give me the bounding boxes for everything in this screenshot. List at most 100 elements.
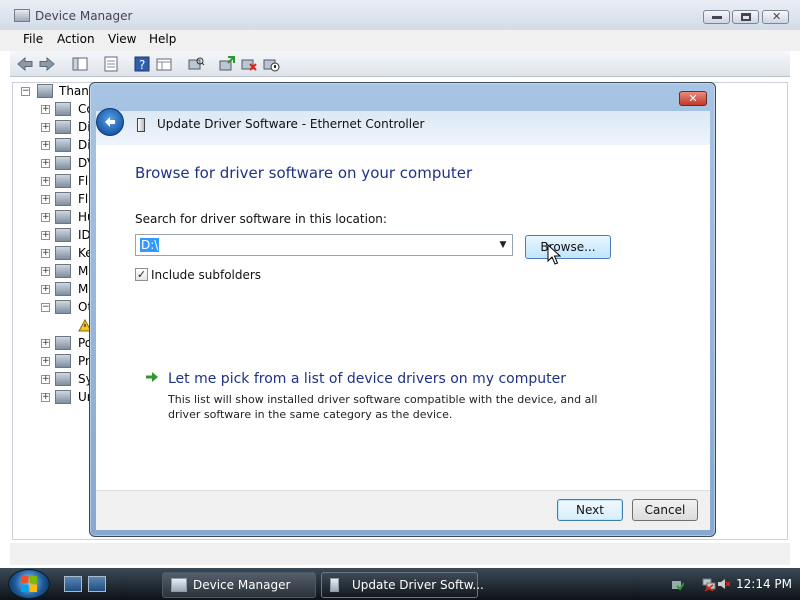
properties-icon xyxy=(104,56,118,72)
console-tree-icon xyxy=(72,57,88,71)
minimize-icon xyxy=(712,16,722,19)
ide-controller-icon xyxy=(55,228,71,242)
maximize-button[interactable] xyxy=(732,10,759,24)
volume-icon[interactable] xyxy=(717,577,731,591)
switch-windows-icon[interactable] xyxy=(88,576,106,592)
uninstall-button[interactable] xyxy=(240,55,258,73)
forward-arrow-icon xyxy=(39,56,55,72)
back-arrow-icon xyxy=(17,56,33,72)
update-driver-dialog: ✕ Update Driver Software - Ethernet Cont… xyxy=(89,82,716,537)
pick-from-list-link[interactable]: Let me pick from a list of device driver… xyxy=(168,371,566,387)
expand-toggle[interactable]: + xyxy=(41,357,50,366)
dialog-close-button[interactable]: ✕ xyxy=(679,91,707,106)
computer-category-icon xyxy=(55,102,71,116)
expand-toggle[interactable]: + xyxy=(41,141,50,150)
browse-button[interactable]: Browse... xyxy=(525,235,611,259)
processor-icon xyxy=(55,354,71,368)
mouse-icon xyxy=(55,264,71,278)
expand-toggle[interactable]: + xyxy=(41,105,50,114)
collapse-toggle[interactable]: − xyxy=(41,303,50,312)
windows-logo-icon xyxy=(21,576,37,592)
expand-toggle[interactable]: + xyxy=(41,375,50,384)
expand-toggle[interactable]: + xyxy=(41,123,50,132)
disable-device-icon xyxy=(263,59,280,72)
floppy-icon xyxy=(55,192,71,206)
update-driver-button[interactable] xyxy=(218,55,236,73)
green-arrow-icon xyxy=(146,372,158,382)
svg-text:?: ? xyxy=(139,58,145,72)
network-icon[interactable] xyxy=(702,577,716,591)
help-icon: ? xyxy=(134,56,150,72)
taskbar-item-device-manager[interactable]: Device Manager xyxy=(162,572,316,598)
collapse-toggle[interactable]: − xyxy=(21,87,30,96)
path-value[interactable]: D:\ xyxy=(140,238,160,252)
back-button[interactable] xyxy=(96,108,124,136)
expand-toggle[interactable]: + xyxy=(41,285,50,294)
expand-toggle[interactable]: + xyxy=(41,195,50,204)
view-button[interactable] xyxy=(155,55,173,73)
mouse-cursor-icon xyxy=(547,244,561,265)
safely-remove-icon[interactable] xyxy=(670,577,684,591)
pick-from-list-description: This list will show installed driver sof… xyxy=(168,393,598,421)
port-icon xyxy=(55,336,71,350)
cancel-button[interactable]: Cancel xyxy=(632,499,698,521)
ethernet-device-icon xyxy=(137,118,145,132)
other-devices-icon xyxy=(55,300,71,314)
device-manager-titlebar[interactable]: Device Manager ✕ xyxy=(0,0,800,30)
properties-button[interactable] xyxy=(102,55,120,73)
expand-toggle[interactable]: + xyxy=(41,339,50,348)
display-adapter-icon xyxy=(55,138,71,152)
chevron-down-icon[interactable]: ▼ xyxy=(496,237,510,253)
scan-hardware-icon xyxy=(188,57,205,70)
scan-hardware-button[interactable] xyxy=(187,55,205,73)
clock[interactable]: 12:14 PM xyxy=(736,577,792,591)
forward-button[interactable] xyxy=(38,55,56,73)
help-button[interactable]: ? xyxy=(133,55,151,73)
back-button[interactable] xyxy=(16,55,34,73)
path-combobox[interactable]: D:\ ▼ xyxy=(135,234,513,256)
ethernet-device-icon xyxy=(330,578,339,592)
minimize-button[interactable] xyxy=(703,10,730,24)
close-button[interactable]: ✕ xyxy=(762,10,789,24)
expand-toggle[interactable]: + xyxy=(41,213,50,222)
uninstall-icon xyxy=(241,59,257,71)
taskbar-item-label: Device Manager xyxy=(193,578,291,592)
maximize-icon xyxy=(741,13,751,21)
menu-view[interactable]: View xyxy=(106,32,138,46)
dialog-title: Update Driver Software - Ethernet Contro… xyxy=(157,117,425,131)
menu-file[interactable]: File xyxy=(21,32,45,46)
expand-toggle[interactable]: + xyxy=(41,393,50,402)
usb-icon xyxy=(55,390,71,404)
taskbar-item-label: Update Driver Softw... xyxy=(352,578,484,592)
back-arrow-icon xyxy=(105,117,115,127)
disk-drive-icon xyxy=(55,120,71,134)
update-driver-icon xyxy=(219,56,235,71)
menu-help[interactable]: Help xyxy=(147,32,178,46)
keyboard-icon xyxy=(55,246,71,260)
next-button[interactable]: Next xyxy=(557,499,623,521)
taskbar-item-update-driver[interactable]: Update Driver Softw... xyxy=(321,572,484,598)
include-subfolders-label[interactable]: Include subfolders xyxy=(151,268,261,282)
dialog-heading: Browse for driver software on your compu… xyxy=(135,164,473,182)
disable-device-button[interactable] xyxy=(262,55,280,73)
start-button[interactable] xyxy=(8,569,50,599)
show-hide-console-tree-button[interactable] xyxy=(71,55,89,73)
expand-toggle[interactable]: + xyxy=(41,249,50,258)
monitor-icon xyxy=(55,282,71,296)
menu-bar: File Action View Help xyxy=(0,30,800,51)
status-bar xyxy=(10,543,790,565)
menu-action[interactable]: Action xyxy=(55,32,97,46)
hid-icon xyxy=(55,210,71,224)
search-location-label: Search for driver software in this locat… xyxy=(135,212,387,226)
device-manager-icon xyxy=(14,9,30,22)
expand-toggle[interactable]: + xyxy=(41,231,50,240)
expand-toggle[interactable]: + xyxy=(41,159,50,168)
system-device-icon xyxy=(55,372,71,386)
computer-icon xyxy=(37,84,53,98)
expand-toggle[interactable]: + xyxy=(41,267,50,276)
view-icon xyxy=(156,58,172,71)
include-subfolders-checkbox[interactable]: ✓ xyxy=(135,268,148,281)
expand-toggle[interactable]: + xyxy=(41,177,50,186)
device-manager-icon xyxy=(171,578,187,592)
show-desktop-icon[interactable] xyxy=(64,576,82,592)
